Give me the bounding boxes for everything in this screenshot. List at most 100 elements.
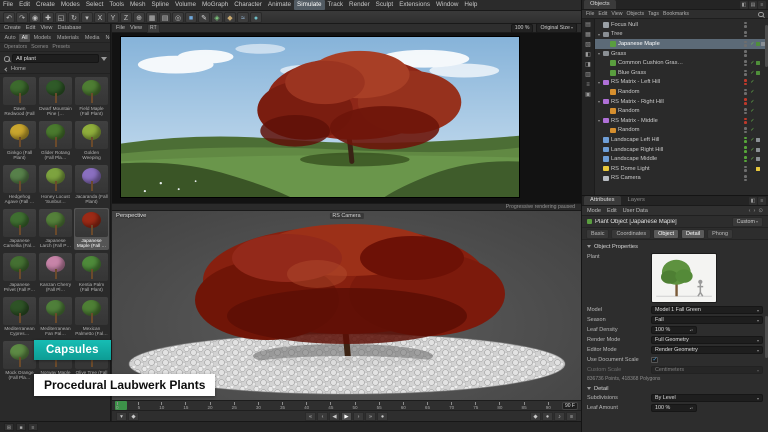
enable-toggle[interactable]: ✓ [749, 79, 756, 85]
tag-icon[interactable] [756, 109, 760, 113]
render-visibility-dot[interactable] [744, 73, 747, 76]
editor-visibility-dot[interactable] [744, 98, 747, 101]
back-icon[interactable] [4, 67, 8, 71]
layout-left-icon[interactable]: ◧ [583, 51, 593, 60]
enable-toggle[interactable]: ✓ [749, 99, 756, 105]
y-axis-lock[interactable]: Y [107, 12, 119, 23]
menubar-item[interactable]: Select [83, 0, 107, 10]
attribute-tab[interactable]: Coordinates [611, 229, 651, 239]
tag-icon[interactable] [756, 176, 760, 180]
next-frame-button[interactable]: › [353, 412, 364, 421]
editor-visibility-dot[interactable] [744, 22, 747, 25]
tag-icon[interactable] [756, 71, 760, 75]
visibility-dots[interactable] [744, 79, 747, 85]
enable-toggle[interactable]: ✓ [749, 60, 756, 66]
asset-search-input[interactable] [12, 54, 99, 63]
undo-icon[interactable]: ↶ [3, 12, 15, 23]
field-value[interactable]: Centimeters [651, 366, 763, 374]
render-visibility-dot[interactable] [744, 102, 747, 105]
field-value[interactable]: By Level [651, 394, 763, 402]
asset-item[interactable]: Dawn Redwood (Fall P… [2, 76, 37, 118]
zoom-level-field[interactable]: 100 % [511, 24, 534, 33]
object-tags[interactable] [756, 80, 766, 84]
asset-browser-tab[interactable]: Media [82, 34, 102, 42]
mode-menu[interactable]: Mode [587, 208, 601, 214]
editor-visibility-dot[interactable] [744, 137, 747, 140]
layout-objects-icon[interactable]: ▤ [583, 21, 593, 30]
asset-browser-subtab[interactable]: Presets [52, 44, 70, 50]
asset-item[interactable]: Hedgehog Agave (Fall … [2, 164, 37, 206]
editor-visibility-dot[interactable] [744, 89, 747, 92]
asset-item[interactable]: Jacaranda (Fall Plant) [74, 164, 109, 206]
asset-item[interactable]: Ginkgo (Fall Plant) [2, 120, 37, 162]
asset-browser-subtab[interactable]: Scenes [31, 44, 48, 50]
object-tags[interactable] [756, 109, 766, 113]
tag-icon[interactable] [756, 167, 760, 171]
object-tags[interactable] [756, 138, 766, 142]
menubar-item[interactable]: Mesh [127, 0, 148, 10]
asset-browser-tab[interactable]: Nodes [103, 34, 111, 42]
editor-visibility-dot[interactable] [744, 146, 747, 149]
visibility-dots[interactable] [744, 156, 747, 162]
tag-icon[interactable] [756, 138, 760, 142]
render-visibility-dot[interactable] [744, 44, 747, 47]
object-row[interactable]: ▾ RS Matrix - Left Hill ✓ [595, 78, 768, 88]
visibility-dots[interactable] [744, 60, 747, 66]
tag-icon[interactable] [756, 90, 760, 94]
object-row[interactable]: ▾ RS Matrix - Right Hill ✓ [595, 97, 768, 107]
visibility-dots[interactable] [744, 22, 747, 28]
render-view-menu[interactable]: File [116, 25, 125, 31]
asset-item[interactable]: Mock Orange (Fall Pla… [2, 340, 37, 382]
render-view-menu[interactable]: View [130, 25, 142, 31]
editor-visibility-dot[interactable] [744, 108, 747, 111]
render-visibility-dot[interactable] [744, 64, 747, 67]
object-manager-menu[interactable]: View [611, 11, 622, 17]
render-visibility-dot[interactable] [744, 131, 747, 134]
tag-icon[interactable] [761, 80, 765, 84]
visibility-dots[interactable] [744, 166, 747, 172]
layout-list-icon[interactable]: ≡ [583, 81, 593, 90]
tag-icon[interactable] [756, 32, 760, 36]
object-row[interactable]: ▾ Grass [595, 49, 768, 59]
asset-browser-menu[interactable]: Database [57, 25, 81, 31]
tab-attributes[interactable]: Attributes [584, 196, 621, 205]
visibility-dots[interactable] [744, 137, 747, 143]
object-manager-menu[interactable]: Edit [598, 11, 607, 17]
asset-browser-tab[interactable]: Auto [2, 34, 18, 42]
coordinate-system-toggle[interactable]: ⊕ [133, 12, 145, 23]
visibility-dots[interactable] [744, 108, 747, 114]
volume-menu[interactable]: ◆ [224, 12, 236, 23]
x-axis-lock[interactable]: X [94, 12, 106, 23]
back-arrow-icon[interactable]: ‹ [749, 208, 751, 214]
layout-rows-icon[interactable]: ▥ [583, 71, 593, 80]
render-visibility-dot[interactable] [744, 121, 747, 124]
object-row[interactable]: Landscape Right Hill ✓ [595, 145, 768, 155]
end-frame-field[interactable]: 90 F [562, 402, 578, 410]
object-tags[interactable] [756, 100, 766, 104]
object-manager-menu[interactable]: Bookmarks [663, 11, 689, 17]
move-tool[interactable]: ✚ [42, 12, 54, 23]
tag-icon[interactable] [761, 119, 765, 123]
new-material-button[interactable]: ⊞ [4, 423, 14, 431]
visibility-dots[interactable] [744, 118, 747, 124]
keyframe-button[interactable]: ◆ [530, 412, 541, 421]
enable-toggle[interactable]: ✓ [749, 147, 756, 153]
asset-item[interactable]: Honey Locust 'Sunbur… [38, 164, 73, 206]
fit-mode-dropdown[interactable]: Original Size [536, 23, 577, 33]
menubar-item[interactable]: Extensions [396, 0, 433, 10]
tag-icon[interactable] [761, 138, 765, 142]
visibility-dots[interactable] [744, 146, 747, 152]
mode-menu[interactable]: User Data [623, 208, 648, 214]
rotate-tool[interactable]: ↻ [68, 12, 80, 23]
render-visibility-dot[interactable] [744, 169, 747, 172]
menubar-item[interactable]: Animate [265, 0, 294, 10]
asset-browser-menu[interactable]: View [40, 25, 52, 31]
menubar-item[interactable]: Window [433, 0, 461, 10]
asset-item[interactable]: Dwarf Mountain Pine (… [38, 76, 73, 118]
object-row[interactable]: Random ✓ [595, 87, 768, 97]
object-row[interactable]: RS Camera [595, 174, 768, 184]
enable-toggle[interactable]: ✓ [749, 41, 756, 47]
field-value[interactable]: 100 % [651, 326, 697, 334]
object-tags[interactable] [756, 90, 766, 94]
timeline-options-button[interactable]: ≡ [566, 412, 577, 421]
